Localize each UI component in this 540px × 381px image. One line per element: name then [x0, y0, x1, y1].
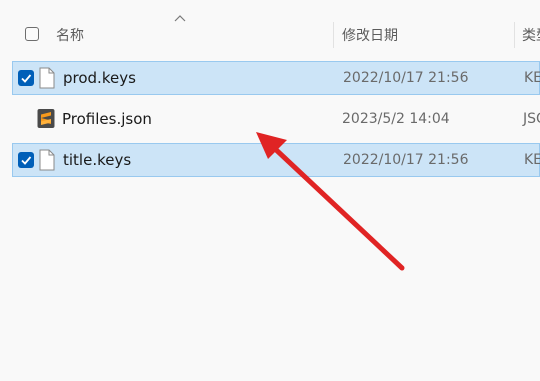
column-name-header[interactable]: 名称: [56, 25, 84, 45]
file-name[interactable]: Profiles.json: [62, 110, 152, 128]
file-modified-date: 2023/5/2 14:04: [342, 111, 450, 127]
document-icon: [39, 149, 55, 171]
file-row-prod-keys[interactable]: prod.keys 2022/10/17 21:56 KEY: [12, 61, 540, 95]
sublime-text-icon: [37, 109, 55, 128]
column-date-header[interactable]: 修改日期: [342, 25, 398, 45]
file-type: KEY: [524, 152, 540, 168]
row-checkbox-checked[interactable]: [18, 152, 34, 168]
file-name[interactable]: title.keys: [63, 151, 131, 169]
file-type: JSON: [523, 111, 540, 127]
file-row-title-keys[interactable]: title.keys 2022/10/17 21:56 KEY: [12, 143, 540, 177]
sort-ascending-icon[interactable]: [174, 14, 186, 22]
file-name[interactable]: prod.keys: [63, 69, 136, 87]
column-divider[interactable]: [333, 22, 334, 48]
row-checkbox-checked[interactable]: [18, 70, 34, 86]
file-row-profiles-json[interactable]: Profiles.json 2023/5/2 14:04 JSON: [12, 103, 540, 137]
file-type: KEY: [524, 70, 540, 86]
column-divider[interactable]: [514, 22, 515, 48]
checkmark-icon: [21, 156, 32, 165]
column-type-header[interactable]: 类型: [522, 25, 540, 45]
column-header: 名称 修改日期 类型: [0, 0, 540, 60]
select-all-checkbox[interactable]: [25, 27, 39, 41]
checkmark-icon: [21, 74, 32, 83]
document-icon: [39, 67, 55, 89]
file-modified-date: 2022/10/17 21:56: [343, 70, 469, 86]
file-modified-date: 2022/10/17 21:56: [343, 152, 469, 168]
